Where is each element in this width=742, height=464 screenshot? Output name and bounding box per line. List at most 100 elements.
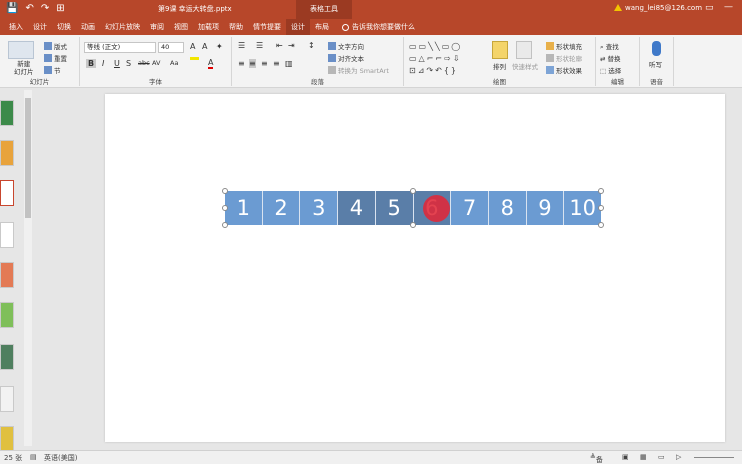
tab-design[interactable]: 设计: [28, 19, 52, 35]
quick-styles-button[interactable]: 快速样式: [512, 61, 538, 71]
dictate-button[interactable]: 听写: [649, 59, 662, 69]
shape-effects-button[interactable]: 形状效果: [546, 65, 582, 75]
select-button[interactable]: ⬚ 选择: [600, 65, 621, 75]
change-case-button[interactable]: Aa: [170, 59, 178, 67]
table-cell[interactable]: 2: [262, 191, 301, 225]
slide-thumbnail[interactable]: [0, 302, 14, 328]
strikethrough-button[interactable]: abc: [138, 59, 150, 67]
slide-thumbnail[interactable]: [0, 100, 14, 126]
scrollbar-thumb[interactable]: [25, 98, 31, 218]
align-text-button[interactable]: 对齐文本: [328, 53, 364, 63]
tab-animations[interactable]: 动画: [76, 19, 100, 35]
new-slide-icon[interactable]: [8, 41, 34, 59]
underline-button[interactable]: U: [114, 59, 120, 68]
layout-button[interactable]: 版式: [44, 41, 67, 51]
slide-scrollbar[interactable]: [730, 90, 739, 446]
arrange-button[interactable]: 排列: [493, 61, 506, 71]
tab-view[interactable]: 视图: [169, 19, 193, 35]
shape-outline-button[interactable]: 形状轮廓: [546, 53, 582, 63]
notes-button[interactable]: ≜ 备注: [590, 453, 603, 464]
clear-format-icon[interactable]: ✦: [216, 42, 223, 51]
table-cell[interactable]: 4: [338, 191, 376, 225]
slide-thumbnail[interactable]: [0, 426, 14, 452]
align-center-icon[interactable]: ≡: [249, 59, 256, 68]
slideshow-view-icon[interactable]: ▷: [676, 453, 681, 461]
shadow-button[interactable]: S: [126, 59, 131, 68]
replace-button[interactable]: ⇄ 替换: [600, 53, 621, 63]
account-name[interactable]: wang_lei85@126.com: [614, 4, 702, 12]
indent-decrease-icon[interactable]: ⇤: [276, 41, 283, 50]
text-direction-button[interactable]: 文字方向: [328, 41, 364, 51]
justify-icon[interactable]: ≡: [273, 59, 280, 68]
undo-icon[interactable]: ↶: [25, 2, 33, 16]
line-spacing-icon[interactable]: ↕: [308, 41, 315, 50]
tab-storyboard[interactable]: 情节提要: [248, 19, 286, 35]
thumbnail-scrollbar[interactable]: [24, 90, 32, 446]
zoom-slider[interactable]: [694, 457, 734, 458]
resize-handle[interactable]: [410, 188, 416, 194]
tab-transitions[interactable]: 切换: [52, 19, 76, 35]
tab-table-layout[interactable]: 布局: [310, 19, 334, 35]
minimize-icon[interactable]: —: [724, 2, 733, 12]
table-cell[interactable]: 9: [526, 191, 565, 225]
normal-view-icon[interactable]: ▣: [622, 453, 629, 461]
number-table[interactable]: 1 2 3 4 5 6 7 8 9 10: [225, 191, 602, 225]
ribbon-display-icon[interactable]: ▭: [705, 3, 714, 13]
shape-fill-button[interactable]: 形状填充: [546, 41, 582, 51]
shrink-font-icon[interactable]: A: [202, 42, 207, 51]
sorter-view-icon[interactable]: ▦: [640, 453, 647, 461]
bold-button[interactable]: B: [86, 59, 97, 68]
resize-handle[interactable]: [222, 222, 228, 228]
align-left-icon[interactable]: ≡: [238, 59, 245, 68]
align-right-icon[interactable]: ≡: [261, 59, 268, 68]
tab-table-design[interactable]: 设计: [286, 19, 310, 35]
slide-thumbnail-selected[interactable]: [0, 180, 14, 206]
tab-addins[interactable]: 加载项: [193, 19, 224, 35]
quick-styles-icon[interactable]: [516, 41, 532, 59]
save-icon[interactable]: 💾: [6, 2, 18, 16]
arrange-icon[interactable]: [492, 41, 508, 59]
grow-font-icon[interactable]: A: [190, 42, 195, 51]
slide-thumbnail[interactable]: [0, 140, 14, 166]
slide-thumbnail[interactable]: [0, 386, 14, 412]
resize-handle[interactable]: [222, 205, 228, 211]
table-cell[interactable]: 3: [300, 191, 339, 225]
table-cell[interactable]: 10: [564, 191, 602, 225]
table-cell[interactable]: 8: [488, 191, 527, 225]
italic-button[interactable]: I: [102, 59, 104, 68]
resize-handle[interactable]: [598, 205, 604, 211]
resize-handle[interactable]: [598, 222, 604, 228]
table-cell[interactable]: 7: [451, 191, 489, 225]
font-color-button[interactable]: A: [208, 59, 214, 69]
slide-canvas[interactable]: 1 2 3 4 5 6 7 8 9 10: [105, 94, 725, 442]
table-cell[interactable]: 5: [375, 191, 414, 225]
columns-icon[interactable]: ▥: [285, 59, 293, 68]
table-cell[interactable]: 1: [225, 191, 263, 225]
resize-handle[interactable]: [598, 188, 604, 194]
slide-thumbnail[interactable]: [0, 262, 14, 288]
resize-handle[interactable]: [222, 188, 228, 194]
new-slide-button[interactable]: 新建 幻灯片: [14, 60, 34, 76]
slide-thumbnail[interactable]: [0, 344, 14, 370]
tab-slideshow[interactable]: 幻灯片放映: [100, 19, 145, 35]
find-button[interactable]: ⌕ 查找: [600, 41, 619, 52]
bullets-icon[interactable]: ☰: [238, 41, 245, 50]
reading-view-icon[interactable]: ▭: [658, 453, 665, 461]
proofing-icon[interactable]: ▤: [30, 453, 37, 461]
resize-handle[interactable]: [410, 222, 416, 228]
tab-insert[interactable]: 插入: [4, 19, 28, 35]
shapes-gallery[interactable]: ▭▭╲╲▭◯ ▭△⌐⌐⇨⇩ ⊡⊿↷↶{}: [409, 41, 481, 77]
tell-me-search[interactable]: 告诉我你想要做什么: [342, 22, 415, 32]
char-spacing-button[interactable]: AV: [152, 59, 160, 67]
tab-help[interactable]: 帮助: [224, 19, 248, 35]
tab-review[interactable]: 审阅: [145, 19, 169, 35]
slide-thumbnail[interactable]: [0, 222, 14, 248]
highlight-icon[interactable]: [190, 57, 199, 60]
present-icon[interactable]: ⊞: [56, 2, 64, 16]
font-size-select[interactable]: 40: [158, 42, 184, 53]
indent-increase-icon[interactable]: ⇥: [288, 41, 295, 50]
reset-button[interactable]: 重置: [44, 53, 67, 63]
redo-icon[interactable]: ↷: [41, 2, 49, 16]
smartart-button[interactable]: 转换为 SmartArt: [328, 65, 389, 75]
language-indicator[interactable]: 英语(美国): [44, 453, 77, 463]
